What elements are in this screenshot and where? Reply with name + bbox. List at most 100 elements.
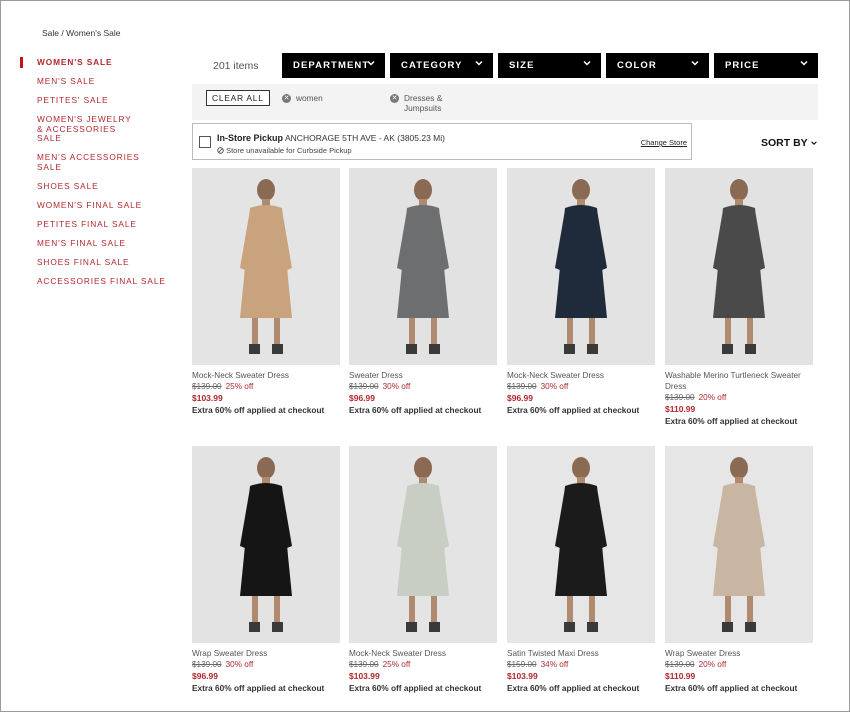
pickup-unavailable-note: Store unavailable for Curbside Pickup bbox=[217, 146, 352, 155]
original-price: $139.00 bbox=[507, 382, 537, 391]
clear-all-button[interactable]: CLEAR ALL bbox=[206, 90, 270, 106]
original-price: $139.00 bbox=[349, 382, 379, 391]
remove-filter-icon[interactable]: ✕ bbox=[282, 94, 291, 103]
filter-chip-women[interactable]: ✕ women bbox=[282, 93, 323, 103]
sidebar-item-womens-sale[interactable]: WOMEN'S SALE bbox=[20, 57, 180, 68]
sale-price: $96.99 bbox=[349, 393, 375, 403]
filter-chip-label: Dresses & Jumpsuits bbox=[404, 93, 443, 113]
sidebar-item-womens-jewelry-accessories-sale[interactable]: WOMEN'S JEWELRY & ACCESSORIES SALE bbox=[20, 114, 140, 144]
filter-size-label: SIZE bbox=[509, 60, 535, 71]
promo-note: Extra 60% off applied at checkout bbox=[665, 416, 798, 426]
product-image[interactable] bbox=[507, 168, 655, 365]
product-image[interactable] bbox=[349, 168, 497, 365]
sidebar-item-petites-final-sale[interactable]: PETITES FINAL SALE bbox=[20, 219, 180, 230]
sale-price: $110.99 bbox=[665, 404, 696, 414]
price-row: $139.00 20% off bbox=[665, 660, 726, 670]
original-price: $139.00 bbox=[665, 393, 695, 402]
filter-size[interactable]: SIZE bbox=[498, 53, 601, 78]
model-figure-icon bbox=[555, 179, 607, 354]
sidebar-item-shoes-final-sale[interactable]: SHOES FINAL SALE bbox=[20, 257, 180, 268]
price-row: $139.00 30% off bbox=[349, 382, 410, 392]
product-image[interactable] bbox=[192, 446, 340, 643]
product-name[interactable]: Sweater Dress bbox=[349, 371, 499, 382]
product-name[interactable]: Mock-Neck Sweater Dress bbox=[507, 371, 657, 382]
sale-price: $110.99 bbox=[665, 671, 696, 681]
model-figure-icon bbox=[397, 457, 449, 632]
sidebar: WOMEN'S SALE MEN'S SALE PETITES' SALE WO… bbox=[20, 57, 180, 296]
product-image[interactable] bbox=[665, 446, 813, 643]
promo-note: Extra 60% off applied at checkout bbox=[349, 405, 482, 415]
sale-price: $96.99 bbox=[192, 671, 218, 681]
filter-chip-dresses-jumpsuits[interactable]: ✕ Dresses & Jumpsuits bbox=[390, 93, 470, 113]
pickup-unavailable-text: Store unavailable for Curbside Pickup bbox=[226, 146, 352, 155]
in-store-pickup-checkbox[interactable] bbox=[199, 136, 211, 148]
filter-color[interactable]: COLOR bbox=[606, 53, 709, 78]
filter-price[interactable]: PRICE bbox=[714, 53, 818, 78]
product-name[interactable]: Wrap Sweater Dress bbox=[192, 649, 342, 660]
discount-percent: 30% off bbox=[382, 382, 411, 391]
sale-price: $103.99 bbox=[507, 671, 538, 681]
filter-price-label: PRICE bbox=[725, 60, 760, 71]
discount-percent: 34% off bbox=[540, 660, 569, 669]
price-row: $139.00 30% off bbox=[507, 382, 568, 392]
remove-filter-icon[interactable]: ✕ bbox=[390, 94, 399, 103]
original-price: $139.00 bbox=[192, 382, 222, 391]
sidebar-item-accessories-final-sale[interactable]: ACCESSORIES FINAL SALE bbox=[20, 276, 180, 287]
chevron-down-icon bbox=[475, 60, 483, 66]
sidebar-item-shoes-sale[interactable]: SHOES SALE bbox=[20, 181, 180, 192]
product-name[interactable]: Wrap Sweater Dress bbox=[665, 649, 815, 660]
model-figure-icon bbox=[240, 457, 292, 632]
price-row: $139.00 20% off bbox=[665, 393, 726, 403]
sort-by-label: SORT BY bbox=[761, 137, 808, 149]
product-name[interactable]: Washable Merino Turtleneck Sweater Dress bbox=[665, 371, 815, 392]
original-price: $159.00 bbox=[507, 660, 537, 669]
discount-percent: 20% off bbox=[698, 660, 727, 669]
chevron-down-icon bbox=[367, 60, 375, 66]
applied-filters-bar: CLEAR ALL ✕ women ✕ Dresses & Jumpsuits bbox=[192, 84, 818, 120]
price-row: $139.00 25% off bbox=[349, 660, 410, 670]
sale-price: $103.99 bbox=[192, 393, 223, 403]
breadcrumb-current: Women's Sale bbox=[66, 28, 121, 38]
filter-color-label: COLOR bbox=[617, 60, 657, 71]
chevron-down-icon bbox=[810, 141, 817, 146]
original-price: $139.00 bbox=[192, 660, 222, 669]
discount-percent: 25% off bbox=[382, 660, 411, 669]
sale-price: $96.99 bbox=[507, 393, 533, 403]
promo-note: Extra 60% off applied at checkout bbox=[192, 683, 325, 693]
filter-category[interactable]: CATEGORY bbox=[390, 53, 493, 78]
product-image[interactable] bbox=[665, 168, 813, 365]
sidebar-item-mens-final-sale[interactable]: MEN'S FINAL SALE bbox=[20, 238, 180, 249]
model-figure-icon bbox=[713, 457, 765, 632]
filter-category-label: CATEGORY bbox=[401, 60, 463, 71]
product-image[interactable] bbox=[507, 446, 655, 643]
sidebar-item-mens-accessories-sale[interactable]: MEN'S ACCESSORIES SALE bbox=[20, 152, 140, 172]
product-name[interactable]: Mock-Neck Sweater Dress bbox=[349, 649, 499, 660]
discount-percent: 30% off bbox=[540, 382, 569, 391]
model-figure-icon bbox=[240, 179, 292, 354]
model-figure-icon bbox=[397, 179, 449, 354]
discount-percent: 20% off bbox=[698, 393, 727, 402]
model-figure-icon bbox=[713, 179, 765, 354]
product-image[interactable] bbox=[192, 168, 340, 365]
sale-price: $103.99 bbox=[349, 671, 380, 681]
chevron-down-icon bbox=[583, 60, 591, 66]
chevron-down-icon bbox=[800, 60, 808, 66]
filter-department[interactable]: DEPARTMENT bbox=[282, 53, 385, 78]
sidebar-item-mens-sale[interactable]: MEN'S SALE bbox=[20, 76, 180, 87]
discount-percent: 30% off bbox=[225, 660, 254, 669]
sidebar-item-petites-sale[interactable]: PETITES' SALE bbox=[20, 95, 180, 106]
promo-note: Extra 60% off applied at checkout bbox=[507, 405, 640, 415]
sort-by-dropdown[interactable]: SORT BY bbox=[761, 137, 818, 149]
breadcrumb-parent[interactable]: Sale bbox=[42, 28, 59, 38]
sidebar-item-womens-final-sale[interactable]: WOMEN'S FINAL SALE bbox=[20, 200, 180, 211]
breadcrumb: Sale / Women's Sale bbox=[42, 28, 121, 38]
product-image[interactable] bbox=[349, 446, 497, 643]
product-name[interactable]: Satin Twisted Maxi Dress bbox=[507, 649, 657, 660]
results-count: 201 items bbox=[213, 60, 259, 72]
pickup-store: ANCHORAGE 5TH AVE - AK (3805.23 Mi) bbox=[285, 133, 445, 143]
change-store-link[interactable]: Change Store bbox=[641, 138, 687, 147]
pickup-title: In-Store Pickup bbox=[217, 133, 284, 143]
product-name[interactable]: Mock-Neck Sweater Dress bbox=[192, 371, 342, 382]
price-row: $159.00 34% off bbox=[507, 660, 568, 670]
unavailable-icon bbox=[217, 147, 224, 154]
